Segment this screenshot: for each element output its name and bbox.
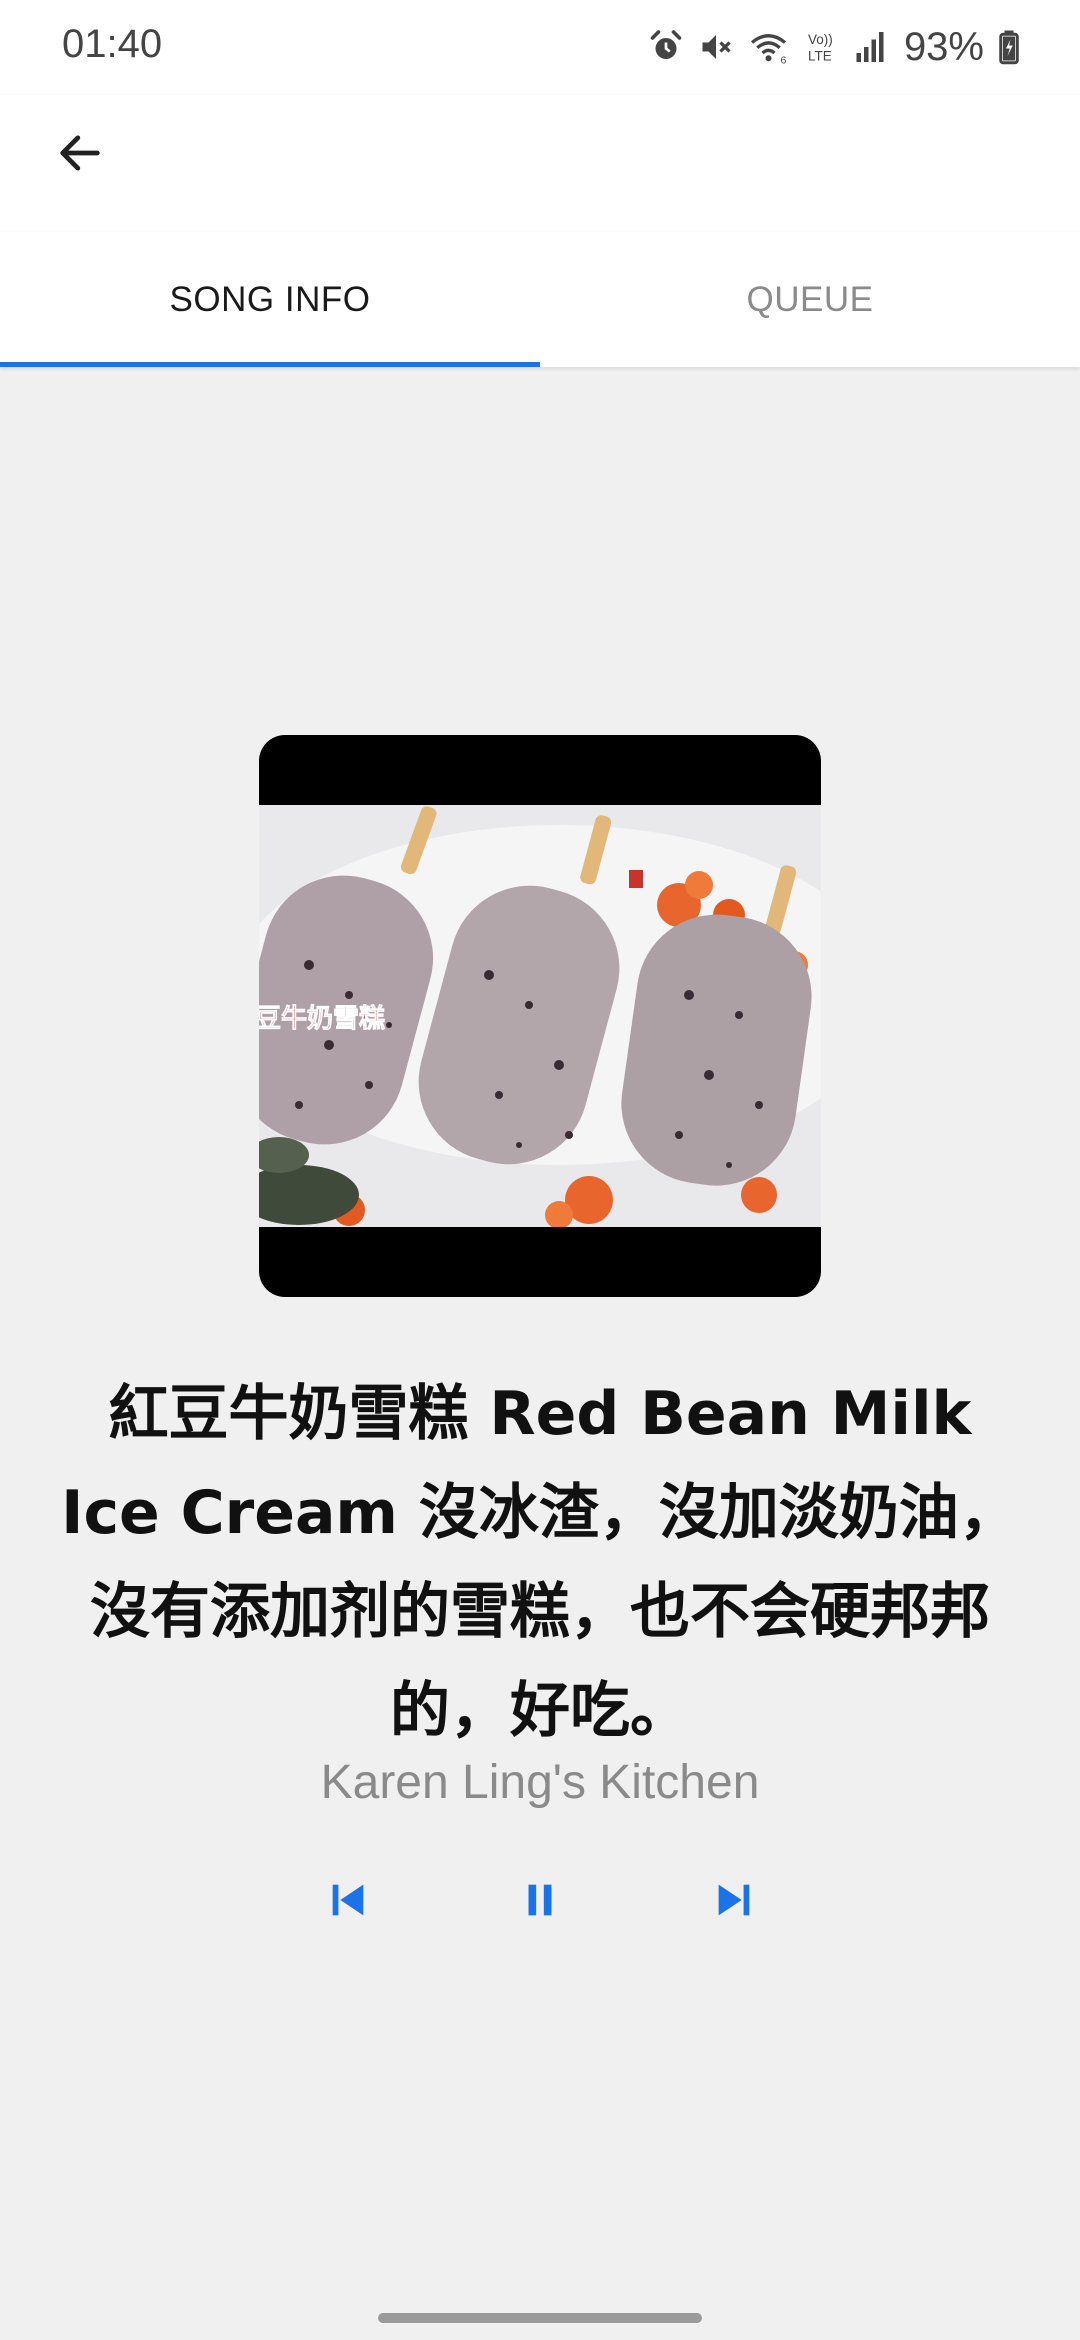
- tab-song-info-label: SONG INFO: [169, 279, 371, 319]
- song-artist: Karen Ling's Kitchen: [320, 1756, 760, 1809]
- tab-bar: SONG INFO QUEUE: [0, 232, 1080, 367]
- tab-song-info[interactable]: SONG INFO: [0, 232, 540, 367]
- volte-icon: Vo)) LTE: [806, 29, 840, 65]
- album-art: 豆牛奶雪糕: [259, 735, 821, 1297]
- tab-queue[interactable]: QUEUE: [540, 232, 1080, 367]
- signal-icon: [854, 29, 886, 65]
- skip-previous-icon: [325, 1877, 371, 1927]
- svg-text:LTE: LTE: [808, 49, 832, 64]
- tab-active-indicator: [0, 362, 540, 367]
- skip-next-icon: [711, 1877, 757, 1927]
- tab-queue-label: QUEUE: [746, 279, 874, 319]
- back-button[interactable]: [40, 115, 120, 195]
- alarm-icon: [648, 29, 684, 65]
- album-photo: 豆牛奶雪糕: [259, 805, 821, 1227]
- arrow-left-icon: [54, 127, 106, 183]
- app-bar: [0, 95, 1080, 232]
- battery-icon: [998, 29, 1020, 65]
- wifi-icon: 6: [748, 29, 792, 65]
- battery-percent: 93%: [903, 24, 984, 69]
- svg-text:Vo)): Vo)): [808, 32, 833, 47]
- mute-icon: [698, 29, 734, 65]
- album-art-caption: 豆牛奶雪糕: [259, 1003, 385, 1034]
- status-time: 01:40: [62, 22, 163, 66]
- status-icons: 6 Vo)) LTE 93%: [648, 22, 1020, 72]
- home-indicator[interactable]: [378, 2313, 702, 2323]
- previous-button[interactable]: [316, 1870, 380, 1934]
- playback-controls: [0, 1870, 1080, 1934]
- next-button[interactable]: [702, 1870, 766, 1934]
- song-title: 紅豆牛奶雪糕 Red Bean Milk Ice Cream 沒冰渣，沒加淡奶油…: [61, 1379, 1019, 1746]
- status-bar: 01:40 6 Vo)) LTE 93%: [0, 0, 1080, 95]
- svg-text:6: 6: [780, 55, 786, 66]
- pause-button[interactable]: [508, 1870, 572, 1934]
- pause-icon: [517, 1877, 563, 1927]
